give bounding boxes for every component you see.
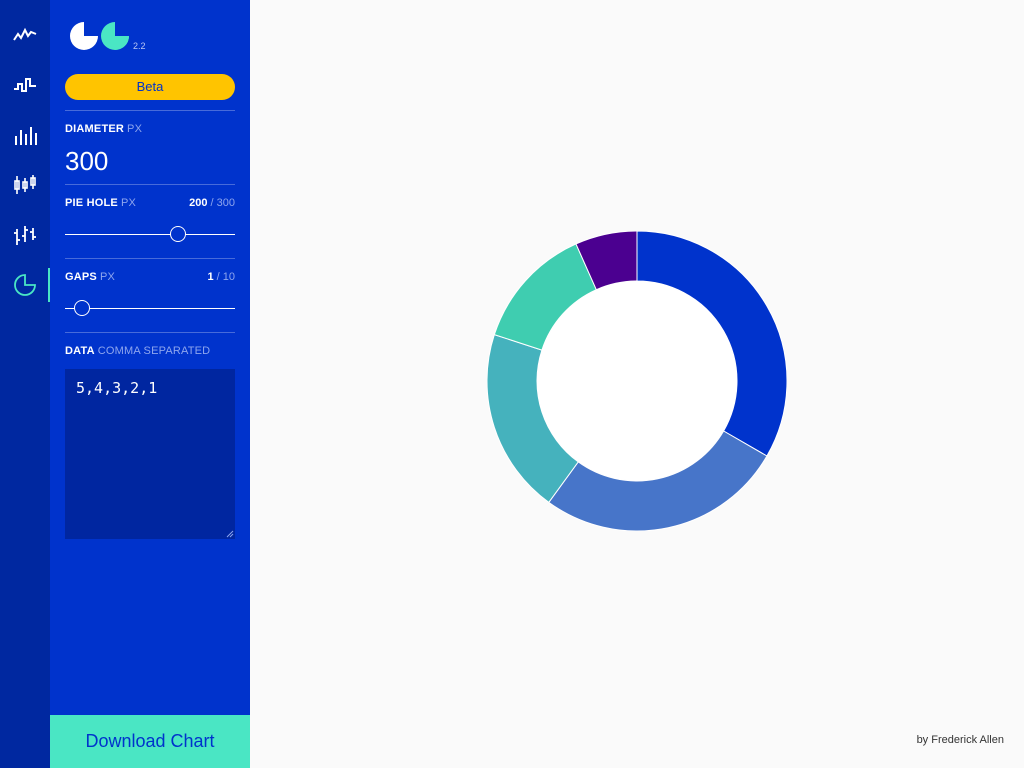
pie-chart-icon bbox=[14, 274, 36, 296]
pie-hole-value: 200 bbox=[189, 197, 208, 209]
gaps-slider[interactable] bbox=[65, 308, 235, 309]
pie-hole-unit: PX bbox=[120, 197, 137, 209]
diameter-label: DIAMETER PX bbox=[65, 123, 142, 135]
line-chart-icon bbox=[13, 27, 37, 41]
rail-item-candlestick[interactable] bbox=[0, 160, 50, 210]
ohlc-chart-icon bbox=[14, 226, 36, 245]
data-label-text: DATA bbox=[65, 345, 95, 357]
rail-item-step[interactable] bbox=[0, 60, 50, 110]
gaps-slider-thumb[interactable] bbox=[74, 300, 90, 316]
chart-type-rail bbox=[0, 0, 50, 768]
diameter-input[interactable]: 300 bbox=[65, 146, 108, 177]
rail-item-bar[interactable] bbox=[0, 110, 50, 160]
bar-chart-icon bbox=[15, 127, 37, 145]
gaps-counter: 1 / 10 bbox=[207, 271, 235, 283]
rail-item-pie[interactable] bbox=[0, 260, 50, 310]
divider bbox=[65, 110, 235, 111]
gaps-unit: PX bbox=[99, 271, 116, 283]
resize-grip-icon[interactable] bbox=[226, 530, 234, 538]
divider bbox=[65, 332, 235, 333]
rail-item-line[interactable] bbox=[0, 10, 50, 60]
gaps-value: 1 bbox=[207, 271, 214, 283]
diameter-label-text: DIAMETER bbox=[65, 123, 125, 135]
beta-badge[interactable]: Beta bbox=[65, 74, 235, 100]
data-textarea[interactable]: 5,4,3,2,1 bbox=[65, 369, 235, 539]
gaps-label-text: GAPS bbox=[65, 271, 97, 283]
pie-hole-counter: 200 / 300 bbox=[189, 197, 235, 209]
candlestick-chart-icon bbox=[14, 175, 36, 194]
rail-item-ohlc[interactable] bbox=[0, 210, 50, 260]
download-chart-button[interactable]: Download Chart bbox=[50, 715, 250, 768]
gaps-label: GAPS PX bbox=[65, 271, 115, 283]
pie-hole-slider[interactable] bbox=[65, 234, 235, 235]
app-logo bbox=[70, 22, 129, 50]
pie-hole-slider-thumb[interactable] bbox=[170, 226, 187, 242]
donut-chart bbox=[487, 231, 787, 531]
divider bbox=[65, 258, 235, 259]
divider bbox=[65, 184, 235, 185]
step-chart-icon bbox=[14, 78, 36, 92]
diameter-unit: PX bbox=[127, 123, 143, 135]
pie-hole-label: PIE HOLE PX bbox=[65, 197, 136, 209]
gaps-max: / 10 bbox=[216, 271, 235, 283]
data-hint: COMMA SEPARATED bbox=[97, 345, 211, 357]
pie-hole-max: / 300 bbox=[210, 197, 235, 209]
donut-hole bbox=[537, 281, 737, 481]
pie-hole-label-text: PIE HOLE bbox=[65, 197, 118, 209]
author-credit: by Frederick Allen bbox=[916, 734, 1004, 746]
settings-panel: 2.2 Beta DIAMETER PX 300 PIE HOLE PX 200 /… bbox=[50, 0, 250, 768]
version-label: 2.2 bbox=[133, 41, 146, 51]
data-label: DATA COMMA SEPARATED bbox=[65, 345, 210, 357]
